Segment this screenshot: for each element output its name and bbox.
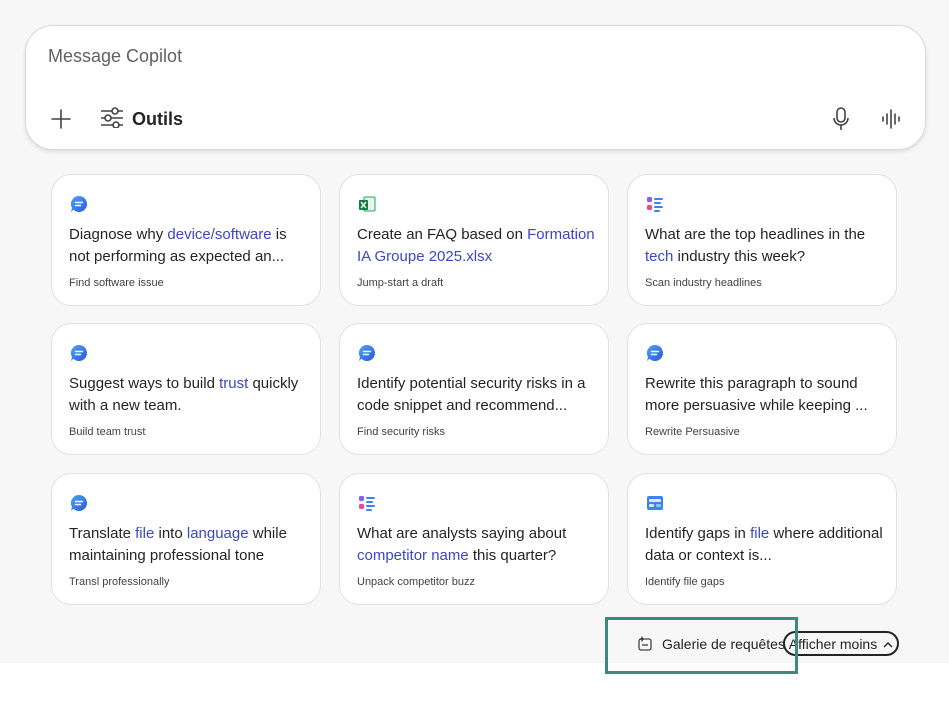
suggestion-subtitle: Find security risks — [357, 426, 446, 438]
chat-bubble-icon — [70, 494, 88, 512]
message-input[interactable]: Message Copilot — [48, 46, 182, 67]
prompt-text: Suggest ways to build — [69, 375, 220, 392]
chat-bubble-icon — [358, 344, 376, 362]
suggestion-prompt: Identify potential security risks in a c… — [357, 373, 597, 417]
chevron-up-icon — [883, 636, 893, 652]
prompt-text: this quarter? — [468, 547, 557, 564]
suggestion-subtitle: Build team trust — [69, 426, 146, 438]
suggestion-prompt: Identify gaps in file where additional d… — [645, 523, 885, 567]
prompt-text: industry this week? — [673, 248, 806, 265]
suggestion-card[interactable]: Diagnose why device/software is not perf… — [51, 174, 321, 306]
sliders-icon — [100, 106, 124, 133]
suggestion-prompt: Translate file into language while maint… — [69, 523, 309, 567]
prompt-placeholder-token: file — [135, 525, 155, 542]
tools-button[interactable]: Outils — [100, 106, 183, 132]
suggestion-card[interactable]: Create an FAQ based on Formation IA Grou… — [339, 174, 609, 306]
suggestion-prompt: Rewrite this paragraph to sound more per… — [645, 373, 885, 417]
suggestion-subtitle: Rewrite Persuasive — [645, 426, 740, 438]
suggestion-prompt: Create an FAQ based on Formation IA Grou… — [357, 224, 597, 268]
suggestion-subtitle: Transl professionally — [69, 576, 170, 588]
prompt-text: What are analysts saying about — [357, 525, 567, 542]
prompt-text: Identify gaps in — [645, 525, 751, 542]
add-icon[interactable] — [48, 106, 74, 132]
suggestion-prompt: Suggest ways to build trust quickly with… — [69, 373, 309, 417]
prompt-placeholder-token: trust — [219, 375, 249, 392]
suggestion-prompt: What are the top headlines in the tech i… — [645, 224, 885, 268]
prompt-placeholder-token: competitor name — [357, 547, 469, 564]
prompt-placeholder-token: device/software — [167, 226, 272, 243]
message-composer[interactable]: Message Copilot Outils — [25, 25, 926, 150]
suggestion-subtitle: Find software issue — [69, 277, 164, 289]
chat-bubble-icon — [646, 344, 664, 362]
suggestion-card[interactable]: Identify gaps in file where additional d… — [627, 473, 897, 605]
prompt-placeholder-token: tech — [645, 248, 674, 265]
tools-label: Outils — [132, 108, 184, 129]
suggestion-subtitle: Jump-start a draft — [357, 277, 444, 289]
suggestion-card[interactable]: Rewrite this paragraph to sound more per… — [627, 323, 897, 455]
prompt-text: Translate — [69, 525, 136, 542]
suggestion-card[interactable]: Identify potential security risks in a c… — [339, 323, 609, 455]
prompt-text: Create an FAQ based on — [357, 226, 528, 243]
chat-bubble-icon — [70, 195, 88, 213]
prompt-placeholder-token: file — [750, 525, 770, 542]
prompt-placeholder-token: language — [186, 525, 249, 542]
suggestion-card[interactable]: What are analysts saying about competito… — [339, 473, 609, 605]
prompt-text: into — [154, 525, 187, 542]
suggestion-card[interactable]: Translate file into language while maint… — [51, 473, 321, 605]
prompt-text: Diagnose why — [69, 226, 168, 243]
list-icon — [646, 195, 664, 213]
show-less-button[interactable]: Afficher moins — [783, 631, 899, 656]
suggestion-prompt: Diagnose why device/software is not perf… — [69, 224, 309, 268]
suggestion-prompt: What are analysts saying about competito… — [357, 523, 597, 567]
excel-file-icon — [358, 195, 376, 213]
document-icon — [646, 494, 664, 512]
focus-highlight-outline — [605, 617, 798, 674]
prompt-text: Identify potential security risks in a c… — [357, 375, 586, 414]
microphone-icon[interactable] — [829, 106, 853, 132]
suggestion-card[interactable]: What are the top headlines in the tech i… — [627, 174, 897, 306]
suggestion-subtitle: Unpack competitor buzz — [357, 576, 475, 588]
prompt-text: Rewrite this paragraph to sound more per… — [645, 375, 868, 414]
prompt-text: What are the top headlines in the — [645, 226, 866, 243]
suggestion-card[interactable]: Suggest ways to build trust quickly with… — [51, 323, 321, 455]
suggestion-subtitle: Scan industry headlines — [645, 277, 762, 289]
show-less-label: Afficher moins — [788, 635, 878, 652]
voice-waveform-icon[interactable] — [880, 106, 904, 132]
chat-bubble-icon — [70, 344, 88, 362]
suggestion-subtitle: Identify file gaps — [645, 576, 725, 588]
list-icon — [358, 494, 376, 512]
